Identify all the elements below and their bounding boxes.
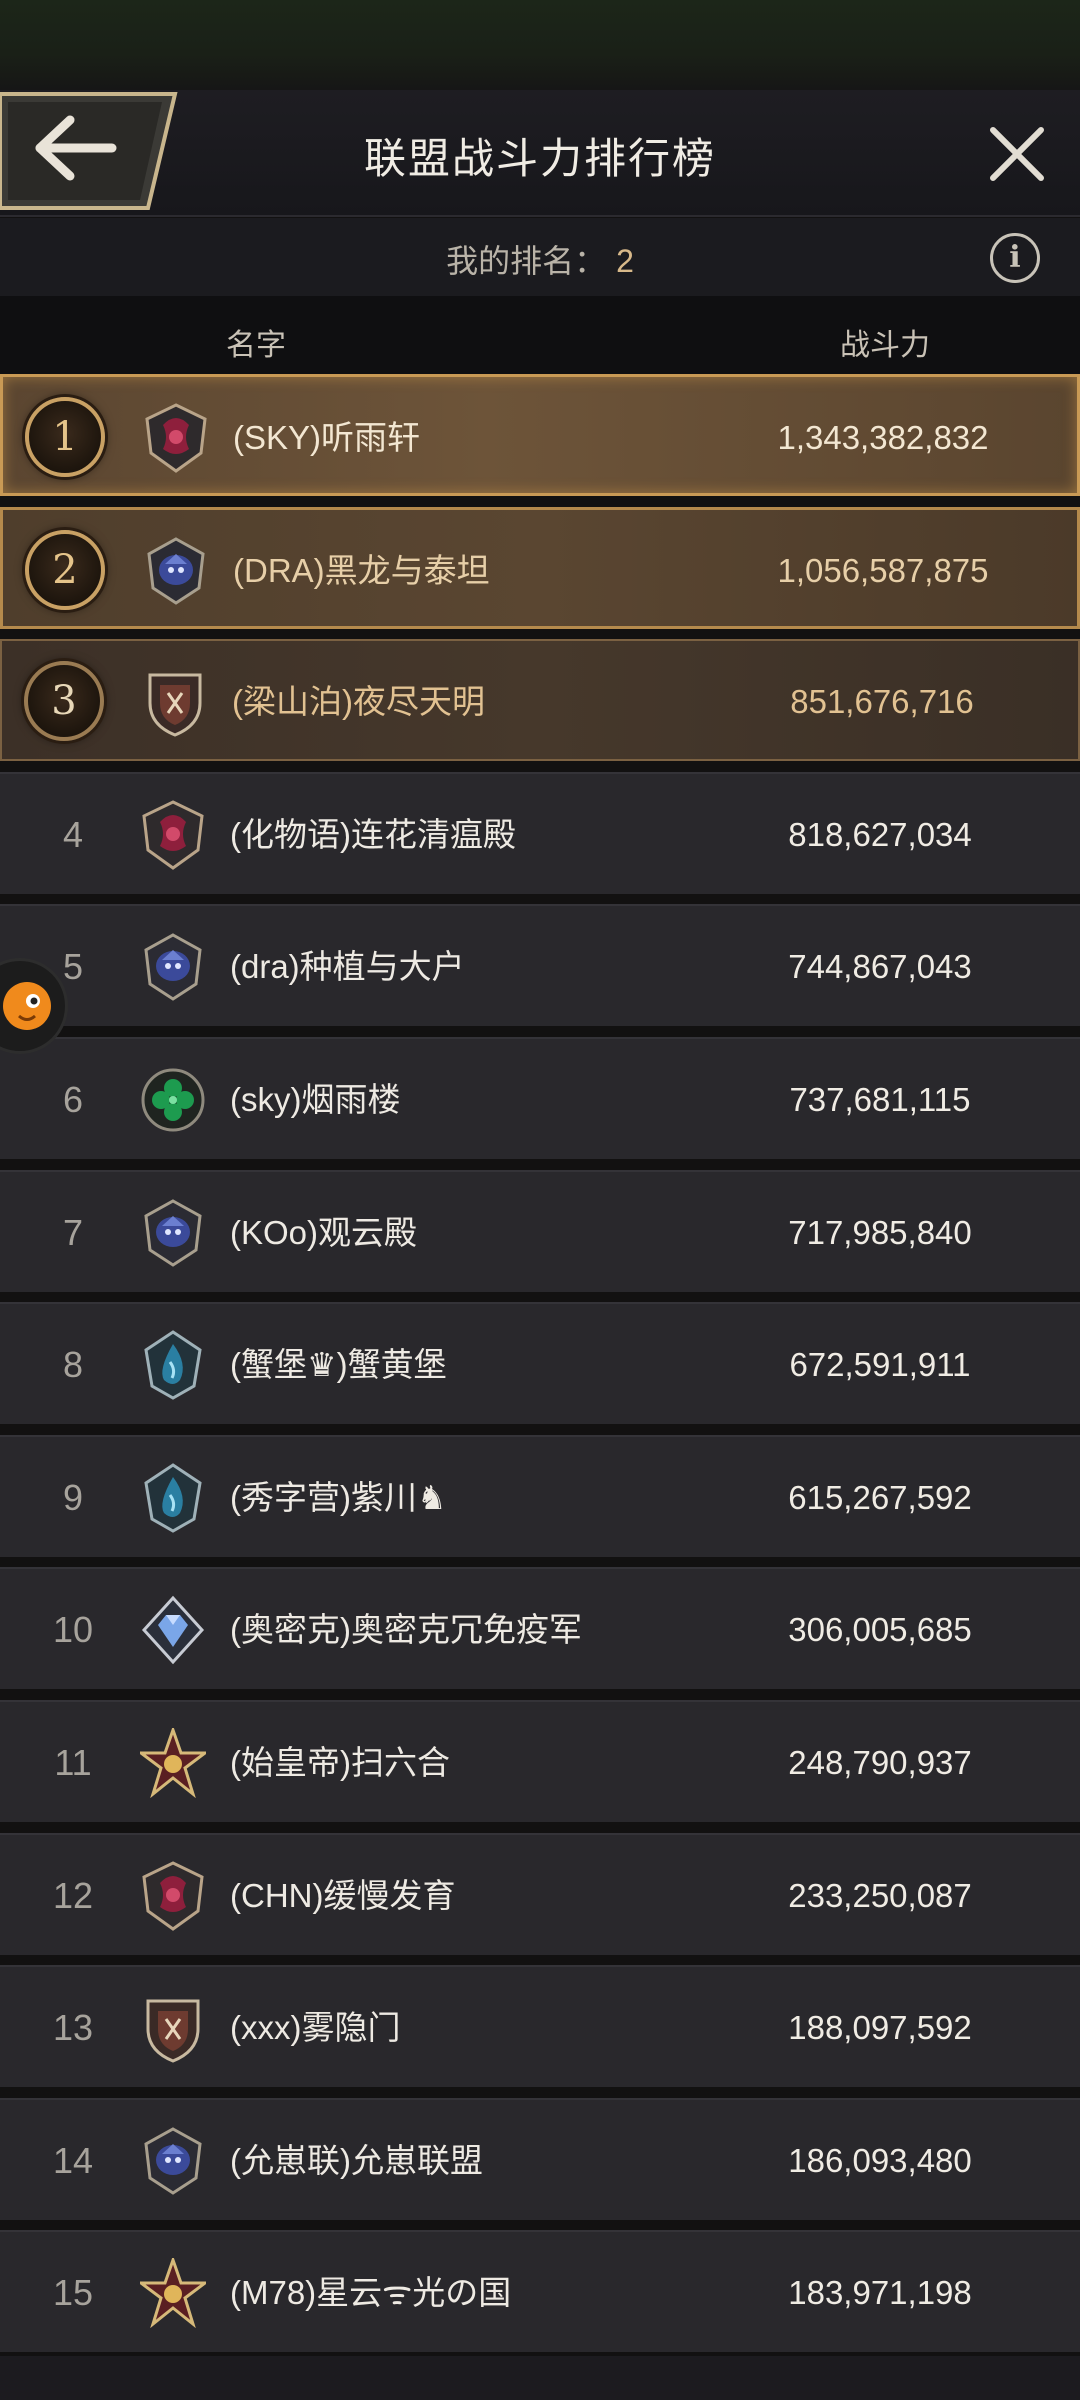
rank-medal: 2	[25, 529, 105, 610]
bottom-strip	[0, 2356, 1080, 2400]
alliance-name: (DRA)黑龙与泰坦	[233, 551, 490, 589]
rank-number: 4	[62, 813, 84, 855]
alliance-power: 188,097,592	[788, 2009, 972, 2047]
my-rank: 我的排名： 2	[0, 236, 1080, 282]
table-row[interactable]: 1 (SKY)听雨轩 1,343,382,832	[0, 374, 1080, 496]
alliance-power: 818,627,034	[788, 815, 972, 853]
table-row[interactable]: 2 (DRA)黑龙与泰坦 1,056,587,875	[0, 506, 1080, 629]
alliance-name: (SKY)听雨轩	[233, 419, 421, 456]
table-row[interactable]: 9 (秀字营)紫川♞ 615,267,592	[0, 1434, 1080, 1557]
alliance-name: (dra)种植与大户	[230, 948, 465, 986]
alliance-name: (KOo)观云殿	[230, 1213, 418, 1251]
rank-number: 11	[54, 1742, 92, 1783]
shield-emblem-icon	[140, 1993, 206, 2063]
alliance-name: (始皇帝)扫六合	[230, 1744, 450, 1781]
alliance-power: 851,676,716	[790, 683, 974, 721]
shield-emblem-icon	[142, 667, 208, 737]
alliance-name: (M78)星云ᯤ光の国	[230, 2274, 512, 2312]
alliance-power: 672,591,911	[789, 1346, 971, 1384]
table-row[interactable]: 7 (KOo)观云殿 717,985,840	[0, 1169, 1080, 1292]
diamond-emblem-icon	[140, 1595, 206, 1665]
rank-number: 8	[62, 1344, 84, 1386]
water-emblem-icon	[140, 1330, 206, 1400]
alliance-power: 306,005,685	[788, 1611, 972, 1649]
close-icon	[990, 127, 1044, 181]
alliance-name: (sky)烟雨楼	[230, 1081, 401, 1118]
rank-number: 15	[52, 2272, 94, 2314]
rank-number: 9	[62, 1476, 84, 1518]
alliance-name: (蟹堡♛)蟹黄堡	[230, 1346, 447, 1384]
rank-number: 7	[62, 1211, 84, 1253]
close-button[interactable]	[985, 122, 1049, 186]
page-title: 联盟战斗力排行榜	[363, 135, 716, 182]
blue-beast-emblem-icon	[140, 1198, 206, 1268]
rank-number: 14	[52, 2139, 94, 2181]
column-name-header: 名字	[226, 329, 286, 362]
alliance-name: (化物语)连花清瘟殿	[230, 815, 516, 853]
crimson-dragon-emblem-icon	[143, 403, 209, 473]
alliance-name: (CHN)缓慢发育	[230, 1876, 456, 1914]
crimson-dragon-emblem-icon	[140, 800, 206, 870]
table-row[interactable]: 10 (奥密克)奥密克冗免疫军 306,005,685	[0, 1567, 1080, 1690]
alliance-name: (奥密克)奥密克冗免疫军	[230, 1611, 582, 1649]
star-emblem-icon	[136, 2255, 210, 2329]
rank-number: 6	[62, 1079, 84, 1120]
alliance-name: (梁山泊)夜尽天明	[232, 683, 485, 721]
alliance-power: 737,681,115	[789, 1081, 971, 1118]
alliance-power: 1,343,382,832	[777, 419, 989, 456]
alliance-power: 248,790,937	[788, 1744, 972, 1781]
star-emblem-icon	[136, 1725, 210, 1799]
rank-number: 12	[52, 1874, 94, 1916]
table-row[interactable]: 13 (xxx)雾隐门 188,097,592	[0, 1965, 1080, 2088]
rank-medal: 3	[24, 661, 104, 742]
alliance-name: (允崽联)允崽联盟	[230, 2141, 483, 2179]
table-row[interactable]: 4 (化物语)连花清瘟殿 818,627,034	[0, 771, 1080, 894]
table-row[interactable]: 8 (蟹堡♛)蟹黄堡 672,591,911	[0, 1302, 1080, 1425]
table-row[interactable]: 12 (CHN)缓慢发育 233,250,087	[0, 1832, 1080, 1955]
alliance-power: 233,250,087	[788, 1876, 972, 1914]
blue-beast-emblem-icon	[140, 932, 206, 1002]
my-rank-label: 我的排名：	[446, 243, 607, 279]
alliance-power: 186,093,480	[788, 2141, 972, 2179]
blue-beast-emblem-icon	[143, 536, 209, 606]
floating-assistant-icon[interactable]	[0, 958, 68, 1054]
alliance-power: 717,985,840	[788, 1213, 972, 1251]
rank-number: 13	[52, 2007, 94, 2049]
blue-beast-emblem-icon	[140, 2126, 206, 2196]
table-row[interactable]: 3 (梁山泊)夜尽天明 851,676,716	[0, 639, 1080, 762]
table-row[interactable]: 6 (sky)烟雨楼 737,681,115	[0, 1037, 1080, 1159]
rank-medal: 1	[25, 397, 105, 477]
alliance-name: (秀字营)紫川♞	[230, 1478, 447, 1516]
column-power-header: 战斗力	[840, 329, 930, 362]
table-row[interactable]: 15 (M78)星云ᯤ光の国 183,971,198	[0, 2230, 1080, 2353]
alliance-power: 183,971,198	[788, 2274, 972, 2312]
table-row[interactable]: 5 (dra)种植与大户 744,867,043	[0, 904, 1080, 1027]
top-background	[0, 0, 1080, 90]
my-rank-value: 2	[616, 243, 634, 279]
info-icon[interactable]: i	[990, 233, 1040, 283]
table-row[interactable]: 14 (允崽联)允崽联盟 186,093,480	[0, 2097, 1080, 2220]
crimson-dragon-emblem-icon	[140, 1860, 206, 1931]
water-emblem-icon	[140, 1462, 206, 1533]
alliance-name: (xxx)雾隐门	[230, 2009, 401, 2047]
alliance-power: 615,267,592	[788, 1478, 972, 1516]
alliance-power: 744,867,043	[788, 948, 972, 986]
rank-number: 10	[52, 1609, 94, 1651]
table-row[interactable]: 11 (始皇帝)扫六合 248,790,937	[0, 1700, 1080, 1822]
clover-emblem-icon	[140, 1065, 206, 1135]
alliance-power: 1,056,587,875	[777, 551, 989, 589]
